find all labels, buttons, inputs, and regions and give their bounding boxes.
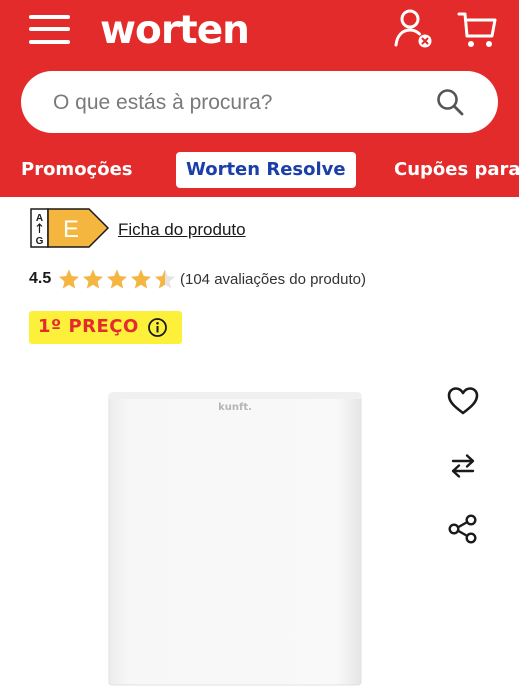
search-bar [21,71,498,135]
review-count-link[interactable]: (104 avaliações do produto) [180,271,366,288]
product-sheet-link[interactable]: Ficha do produto [118,220,246,240]
energy-class-badge[interactable]: A G E [30,208,110,248]
first-price-badge: 1º PREÇO [29,311,182,344]
tab-worten-resolve[interactable]: Worten Resolve [176,152,356,188]
header-top-row: worten [0,0,519,66]
category-nav-tabs: Promoções Worten Resolve Cupões para t [0,148,519,192]
hamburger-menu-icon[interactable] [29,14,71,46]
star-rating[interactable] [58,268,178,292]
star-full [59,269,79,289]
star-full [83,269,103,289]
user-account-icon[interactable] [393,8,435,50]
energy-scale-bottom: G [36,236,44,247]
product-image-fridge[interactable]: kunft. [108,392,362,686]
energy-scale-top: A [36,213,43,224]
app-header: worten Promoções W [0,0,519,197]
compare-arrows-icon[interactable] [446,449,480,483]
search-icon[interactable] [435,87,465,117]
fridge-brand-logo: kunft. [218,402,252,413]
rating-value: 4.5 [29,270,52,287]
tab-promocoes[interactable]: Promoções [21,152,133,188]
star-full [131,269,151,289]
search-input[interactable] [51,71,425,135]
tab-cupoes[interactable]: Cupões para t [394,152,519,188]
heart-icon[interactable] [446,384,480,418]
energy-class-letter: E [63,216,79,243]
shopping-cart-icon[interactable] [456,10,500,50]
info-circle-icon[interactable] [147,317,168,338]
share-icon[interactable] [446,512,480,546]
star-full [107,269,127,289]
worten-logo[interactable]: worten [100,7,250,55]
price-badge-text: 1º PREÇO [38,316,139,337]
